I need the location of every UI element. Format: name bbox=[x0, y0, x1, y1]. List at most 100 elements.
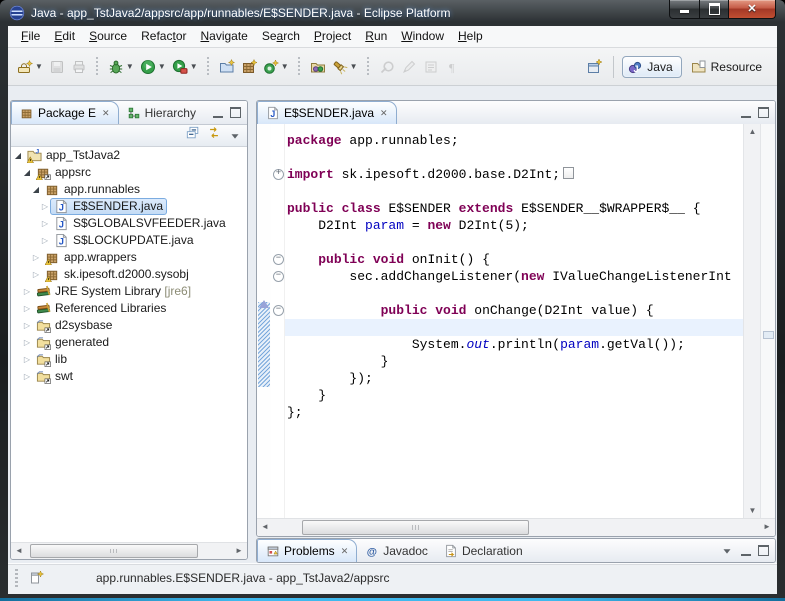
tree-item-s-globalsvfeeder-java[interactable]: ▷JS$GLOBALSVFEEDER.java bbox=[11, 215, 247, 232]
overview-ruler[interactable] bbox=[760, 124, 775, 519]
view-menu-icon[interactable] bbox=[228, 129, 242, 143]
tree-item-referenced-libraries[interactable]: ▷Referenced Libraries bbox=[11, 300, 247, 317]
minimize-view-icon[interactable] bbox=[741, 108, 751, 118]
tree-item-app-wrappers[interactable]: ▷app.wrappers bbox=[11, 249, 247, 266]
collapsed-arrow-icon[interactable]: ▷ bbox=[22, 351, 32, 368]
collapse-fold-icon[interactable]: − bbox=[273, 254, 284, 265]
code-line[interactable]: } bbox=[285, 353, 744, 370]
expanded-arrow-icon[interactable]: ◢ bbox=[22, 164, 32, 181]
scrollbar-thumb[interactable] bbox=[30, 544, 198, 558]
close-tab-icon[interactable]: ✕ bbox=[102, 108, 110, 119]
tab-package-e[interactable]: Package E✕ bbox=[11, 101, 119, 124]
scroll-right-icon[interactable]: ► bbox=[759, 519, 775, 536]
tree-item-appsrc[interactable]: ◢appsrc bbox=[11, 164, 247, 181]
package-explorer-hscrollbar[interactable]: ◄ ► bbox=[11, 542, 247, 559]
code-line[interactable]: }; bbox=[285, 404, 744, 421]
menu-source[interactable]: Source bbox=[82, 26, 134, 47]
scroll-left-icon[interactable]: ◄ bbox=[257, 519, 273, 536]
tree-item-e-sender-java[interactable]: ▷JE$SENDER.java bbox=[11, 198, 247, 215]
tree-item-app-tstjava2[interactable]: ◢Japp_TstJava2 bbox=[11, 147, 247, 164]
menu-file[interactable]: File bbox=[14, 26, 47, 47]
close-button[interactable]: ✕ bbox=[728, 0, 776, 19]
code-line[interactable]: public class E$SENDER extends E$SENDER__… bbox=[285, 200, 744, 217]
collapsed-arrow-icon[interactable]: ▷ bbox=[22, 317, 32, 334]
close-tab-icon[interactable]: ✕ bbox=[341, 546, 349, 557]
open-type-button[interactable] bbox=[307, 53, 329, 81]
dropdown-arrow-icon[interactable]: ▼ bbox=[350, 62, 358, 71]
tree-item-swt[interactable]: ▷swt bbox=[11, 368, 247, 385]
code-line[interactable]: }); bbox=[285, 370, 744, 387]
code-line[interactable]: import sk.ipesoft.d2000.base.D2Int; bbox=[285, 166, 744, 183]
expanded-arrow-icon[interactable]: ◢ bbox=[31, 181, 41, 198]
trim-drag-handle[interactable] bbox=[15, 569, 18, 589]
dropdown-arrow-icon[interactable]: ▼ bbox=[35, 62, 43, 71]
expanded-arrow-icon[interactable]: ◢ bbox=[13, 147, 23, 164]
overview-annotation[interactable] bbox=[763, 331, 774, 339]
editor-body[interactable]: + − − − package app.runnables; import sk.ipe… bbox=[257, 124, 775, 519]
menu-window[interactable]: Window bbox=[394, 26, 451, 47]
current-code-line[interactable] bbox=[285, 319, 744, 336]
new-class-button[interactable]: ▼ bbox=[260, 53, 292, 81]
tree-item-jre-system-library[interactable]: ▷JRE System Library [jre6] bbox=[11, 283, 247, 300]
tab-problems[interactable]: Problems✕ bbox=[257, 539, 357, 562]
link-with-editor-button[interactable] bbox=[207, 126, 221, 145]
collapsed-arrow-icon[interactable]: ▷ bbox=[22, 300, 32, 317]
tree-item-sk-ipesoft-d2000-sysobj[interactable]: ▷sk.ipesoft.d2000.sysobj bbox=[11, 266, 247, 283]
minimize-button[interactable] bbox=[669, 0, 700, 19]
scrollbar-thumb[interactable] bbox=[302, 520, 529, 535]
menu-navigate[interactable]: Navigate bbox=[193, 26, 254, 47]
menu-refactor[interactable]: Refactor bbox=[134, 26, 193, 47]
collapsed-arrow-icon[interactable]: ▷ bbox=[40, 198, 50, 215]
new-package-button[interactable] bbox=[238, 53, 260, 81]
collapsed-arrow-icon[interactable]: ▷ bbox=[22, 368, 32, 385]
tab-hierarchy[interactable]: Hierarchy bbox=[119, 101, 204, 124]
menu-search[interactable]: Search bbox=[255, 26, 307, 47]
code-line[interactable]: D2Int param = new D2Int(5); bbox=[285, 217, 744, 234]
editor-vscrollbar[interactable]: ▲ ▼ bbox=[743, 124, 761, 519]
collapse-fold-icon[interactable]: − bbox=[273, 271, 284, 282]
minimize-view-icon[interactable] bbox=[741, 546, 751, 556]
code-line[interactable] bbox=[285, 183, 744, 200]
tree-item-lib[interactable]: ▷lib bbox=[11, 351, 247, 368]
menu-help[interactable]: Help bbox=[451, 26, 490, 47]
external-tools-button[interactable]: ▼ bbox=[169, 53, 201, 81]
title-bar[interactable]: Java - app_TstJava2/appsrc/app/runnables… bbox=[0, 0, 785, 26]
scroll-right-icon[interactable]: ► bbox=[231, 543, 247, 559]
collapse-fold-icon[interactable]: − bbox=[273, 305, 284, 316]
view-menu-icon[interactable] bbox=[720, 544, 734, 558]
collapsed-arrow-icon[interactable]: ▷ bbox=[31, 249, 41, 266]
collapsed-arrow-icon[interactable]: ▷ bbox=[31, 266, 41, 283]
dropdown-arrow-icon[interactable]: ▼ bbox=[126, 62, 134, 71]
search-button[interactable]: ▼ bbox=[329, 53, 361, 81]
expand-fold-icon[interactable]: + bbox=[273, 169, 284, 180]
perspective-resource-button[interactable]: Resource bbox=[686, 56, 771, 78]
maximize-button[interactable] bbox=[700, 0, 728, 19]
scroll-left-icon[interactable]: ◄ bbox=[11, 543, 27, 559]
tree-item-d2sysbase[interactable]: ▷d2sysbase bbox=[11, 317, 247, 334]
maximize-view-icon[interactable] bbox=[758, 107, 769, 118]
editor-hscrollbar[interactable]: ◄ ► bbox=[257, 518, 775, 536]
tab-declaration[interactable]: Declaration bbox=[436, 539, 531, 562]
code-line[interactable] bbox=[285, 285, 744, 302]
dropdown-arrow-icon[interactable]: ▼ bbox=[281, 62, 289, 71]
collapsed-arrow-icon[interactable]: ▷ bbox=[40, 232, 50, 249]
code-line[interactable]: public void onChange(D2Int value) { bbox=[285, 302, 744, 319]
tab-javadoc[interactable]: @Javadoc bbox=[357, 539, 436, 562]
collapsed-arrow-icon[interactable]: ▷ bbox=[40, 215, 50, 232]
collapsed-arrow-icon[interactable]: ▷ bbox=[22, 334, 32, 351]
collapsed-arrow-icon[interactable]: ▷ bbox=[22, 283, 32, 300]
debug-button[interactable]: ▼ bbox=[105, 53, 137, 81]
tree-item-s-lockupdate-java[interactable]: ▷JS$LOCKUPDATE.java bbox=[11, 232, 247, 249]
code-line[interactable] bbox=[285, 234, 744, 251]
maximize-view-icon[interactable] bbox=[230, 107, 241, 118]
perspective-java-button[interactable]: JJava bbox=[622, 56, 681, 78]
collapsed-region-icon[interactable] bbox=[563, 167, 574, 179]
dropdown-arrow-icon[interactable]: ▼ bbox=[190, 62, 198, 71]
code-line[interactable]: package app.runnables; bbox=[285, 132, 744, 149]
restore-view-icon[interactable] bbox=[28, 570, 44, 586]
code-line[interactable]: public void onInit() { bbox=[285, 251, 744, 268]
run-button[interactable]: ▼ bbox=[137, 53, 169, 81]
tree-item-app-runnables[interactable]: ◢app.runnables bbox=[11, 181, 247, 198]
folding-ruler[interactable]: + − − − bbox=[271, 124, 285, 519]
scroll-up-icon[interactable]: ▲ bbox=[744, 124, 761, 140]
